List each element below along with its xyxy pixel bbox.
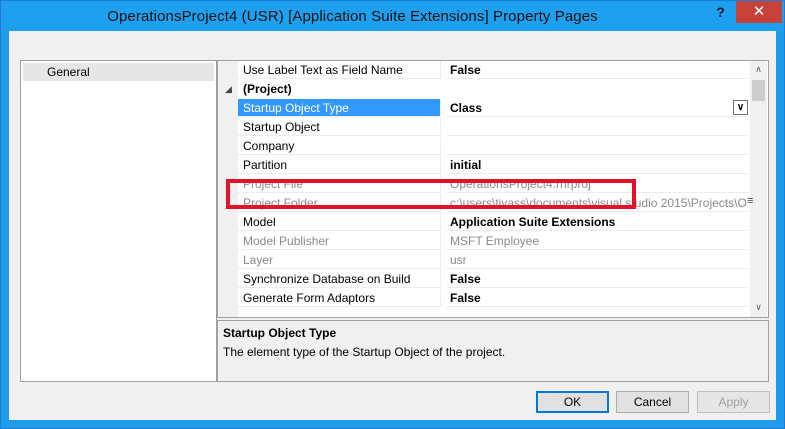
- category-item-general[interactable]: General: [23, 63, 214, 81]
- property-row-company[interactable]: Company: [238, 137, 749, 156]
- property-value: c:\users\tivass\documents\visual studio …: [447, 194, 749, 212]
- property-name: Startup Object: [238, 118, 441, 136]
- property-row-generate-form-adaptors[interactable]: Generate Form Adaptors False: [238, 289, 749, 308]
- description-panel: Startup Object Type The element type of …: [217, 320, 769, 382]
- property-pages-window: OperationsProject4 (USR) [Application Su…: [0, 0, 785, 429]
- category-row-project[interactable]: ◢ (Project): [218, 80, 749, 99]
- property-value[interactable]: [447, 118, 749, 136]
- property-value[interactable]: [447, 137, 749, 155]
- property-name: Company: [238, 137, 441, 155]
- property-row-project-file[interactable]: Project File OperationsProject4.rnrproj: [238, 175, 749, 194]
- chevron-down-icon[interactable]: ∨: [733, 100, 748, 115]
- property-grid: Use Label Text as Field Name False ◢ (Pr…: [217, 60, 769, 318]
- scroll-thumb[interactable]: [752, 80, 765, 101]
- property-value[interactable]: False: [447, 270, 749, 288]
- property-value[interactable]: Application Suite Extensions: [447, 213, 749, 231]
- property-name: Project File: [238, 175, 441, 193]
- property-name: Partition: [238, 156, 441, 174]
- property-value[interactable]: False: [447, 289, 749, 307]
- property-name: Use Label Text as Field Name: [238, 61, 441, 79]
- property-row-layer[interactable]: Layer usr: [238, 251, 749, 270]
- title-bar[interactable]: OperationsProject4 (USR) [Application Su…: [1, 1, 784, 31]
- property-row-startup-object-type[interactable]: Startup Object Type Class ∨: [238, 99, 749, 118]
- property-name: Model Publisher: [238, 232, 441, 250]
- scroll-down-icon[interactable]: ∨: [750, 299, 767, 316]
- property-value[interactable]: Class ∨: [447, 99, 749, 117]
- description-title: Startup Object Type: [223, 326, 337, 340]
- property-value: usr: [447, 251, 749, 269]
- property-row-startup-object[interactable]: Startup Object: [238, 118, 749, 137]
- cancel-button[interactable]: Cancel: [616, 391, 689, 413]
- property-name: Project Folder: [238, 194, 441, 212]
- vertical-scrollbar[interactable]: ∧ ∨: [750, 61, 767, 317]
- property-name: Model: [238, 213, 441, 231]
- close-button[interactable]: ✕: [736, 1, 782, 23]
- property-row-model-publisher[interactable]: Model Publisher MSFT Employee: [238, 232, 749, 251]
- more-icon: ≡: [747, 195, 754, 207]
- category-list: General: [20, 60, 217, 382]
- description-text: The element type of the Startup Object o…: [223, 345, 506, 359]
- property-name: Startup Object Type: [238, 99, 441, 117]
- property-row-use-label-text[interactable]: Use Label Text as Field Name False: [238, 61, 749, 80]
- property-row-partition[interactable]: Partition initial: [238, 156, 749, 175]
- help-button[interactable]: ?: [707, 1, 734, 23]
- property-name: Synchronize Database on Build: [238, 270, 441, 288]
- window-title: OperationsProject4 (USR) [Application Su…: [107, 8, 598, 25]
- ok-button[interactable]: OK: [536, 391, 609, 413]
- property-row-model[interactable]: Model Application Suite Extensions: [238, 213, 749, 232]
- scroll-up-icon[interactable]: ∧: [750, 61, 767, 78]
- property-name: Generate Form Adaptors: [238, 289, 441, 307]
- property-value-text: Class: [450, 101, 483, 115]
- property-value[interactable]: initial: [447, 156, 749, 174]
- property-value: OperationsProject4.rnrproj: [447, 175, 749, 193]
- property-row-synchronize-database[interactable]: Synchronize Database on Build False: [238, 270, 749, 289]
- apply-button[interactable]: Apply: [697, 391, 770, 413]
- category-label: (Project): [243, 82, 292, 96]
- property-value: MSFT Employee: [447, 232, 749, 250]
- property-value[interactable]: False: [447, 61, 749, 79]
- collapse-triangle-icon[interactable]: ◢: [225, 80, 232, 99]
- property-row-project-folder[interactable]: Project Folder c:\users\tivass\documents…: [238, 194, 749, 213]
- dialog-client-area: General Use Label Text as Field Name Fal…: [9, 31, 776, 420]
- property-name: Layer: [238, 251, 441, 269]
- grid-gutter: [218, 61, 238, 317]
